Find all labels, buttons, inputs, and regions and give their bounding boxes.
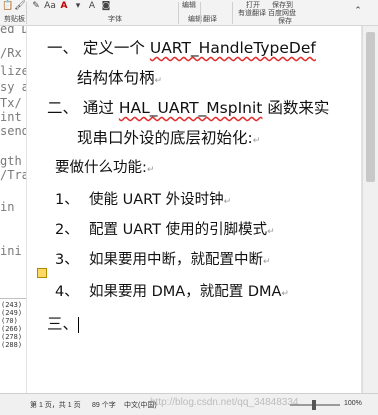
paragraph-mark-icon: ↵ — [263, 257, 271, 267]
ide-line: (278) — [1, 333, 23, 341]
code-line: /Tra — [0, 168, 29, 182]
ribbon-divider — [232, 2, 233, 24]
word-ribbon: ✎ Aa A ▾ A ◙ 📋 🖌 剪贴板 字体 编辑 编辑 翻译 打开 有道翻译… — [0, 0, 378, 26]
code-line: sy a — [0, 80, 29, 94]
list-item: 2、 配置 UART 使用的引脚模式↵ — [55, 218, 275, 239]
font-color-icon[interactable]: A — [58, 1, 70, 11]
ide-line: (243) — [1, 301, 23, 309]
ide-line: (249) — [1, 309, 23, 317]
collapse-ribbon-icon[interactable]: ⌃ — [352, 6, 364, 16]
heading-2-prefix: 二、 通过 — [47, 99, 119, 117]
code-line: lize — [0, 64, 29, 78]
list-item-text: 使能 UART 外设时钟 — [89, 192, 224, 208]
comment-note-icon[interactable] — [37, 268, 47, 278]
font-size-icon[interactable]: Aa — [44, 1, 56, 11]
heading-1: 一、 定义一个 UART_HandleTypeDef — [47, 36, 316, 58]
code-line: send — [0, 124, 29, 138]
code-line: Tx/ — [0, 96, 22, 110]
watermark-url: http://blog.csdn.net/qq_34848334 — [150, 397, 299, 408]
page-count[interactable]: 第 1 页，共 1 页 — [30, 400, 81, 410]
heading-3-text: 三、 — [47, 315, 79, 333]
heading-1-prefix: 一、 定义一个 — [47, 39, 150, 57]
youdao-label: 有道翻译 — [238, 10, 266, 17]
list-item: 4、 如果要用 DMA，就配置 DMA↵ — [55, 280, 289, 301]
list-item-text: 如果要用中断，就配置中断 — [89, 252, 263, 268]
ribbon-divider — [178, 2, 179, 24]
code-line: ini — [0, 244, 22, 258]
heading-1-line-2: 结构体句柄↵ — [77, 66, 162, 88]
clear-format-icon[interactable]: ✎ — [30, 1, 42, 11]
heading-2-line-2: 现串口外设的底层初始化:↵ — [77, 126, 260, 148]
list-item-number: 4、 — [55, 284, 79, 300]
heading-2-code: HAL_UART_MspInit — [118, 99, 263, 117]
font-toolbar: ✎ Aa A ▾ A ◙ — [30, 1, 112, 11]
paragraph-mark-icon: ↵ — [267, 227, 275, 237]
clipboard-group-label: 剪贴板 — [4, 16, 25, 23]
list-item-text: 如果要用 DMA，就配置 DMA — [89, 284, 282, 300]
paragraph-mark-icon: ↵ — [252, 136, 261, 146]
paragraph-mark-icon: ↵ — [281, 289, 289, 299]
code-line: int — [0, 110, 22, 124]
word-count[interactable]: 89 个字 — [92, 400, 116, 410]
question-line: 要做什么功能:↵ — [55, 156, 154, 177]
heading-2-line-2-text: 现串口外设的底层初始化: — [77, 129, 253, 147]
paragraph-mark-icon: ↵ — [154, 76, 163, 86]
background-ide-panel: (243) (249) (70) (266) (278) (288) — [0, 298, 26, 393]
scrollbar-thumb[interactable] — [366, 32, 375, 182]
code-line: gth — [0, 154, 22, 168]
list-item: 3、 如果要用中断，就配置中断↵ — [55, 248, 271, 269]
highlight-icon[interactable]: ▾ — [72, 1, 84, 11]
translate-group-label: 翻译 — [203, 16, 217, 23]
edit-button[interactable]: 编辑 — [182, 0, 196, 10]
save-group-label: 保存 — [278, 18, 292, 25]
zoom-slider-knob[interactable] — [312, 400, 316, 410]
ide-line: (288) — [1, 341, 23, 349]
ribbon-divider — [200, 2, 201, 24]
format-painter-icon[interactable]: 🖌 — [14, 1, 26, 11]
ide-line: (70) — [1, 317, 18, 325]
list-item-number: 2、 — [55, 222, 79, 238]
ide-line: (266) — [1, 325, 23, 333]
char-border-icon[interactable]: A — [86, 1, 98, 11]
code-line: /Rx — [0, 46, 22, 60]
text-cursor — [78, 316, 80, 333]
heading-2-suffix: 函数来实 — [262, 99, 330, 117]
code-line: in — [0, 200, 15, 214]
char-shading-icon[interactable]: ◙ — [100, 1, 112, 11]
ribbon-divider — [26, 2, 27, 24]
paragraph-mark-icon: ↵ — [146, 165, 155, 175]
question-text: 要做什么功能: — [55, 160, 147, 176]
document-page[interactable]: 一、 定义一个 UART_HandleTypeDef 结构体句柄↵ 二、 通过 … — [26, 26, 362, 393]
list-item-text: 配置 UART 使用的引脚模式 — [89, 222, 268, 238]
list-item-number: 3、 — [55, 252, 79, 268]
list-item-number: 1、 — [55, 192, 79, 208]
heading-1-code: UART_HandleTypeDef — [149, 39, 316, 57]
paragraph-mark-icon: ↵ — [223, 197, 232, 207]
heading-1-line-2-text: 结构体句柄 — [77, 69, 155, 87]
heading-2: 二、 通过 HAL_UART_MspInit 函数来实 — [47, 96, 329, 118]
list-item: 1、 使能 UART 外设时钟↵ — [55, 188, 231, 209]
zoom-level[interactable]: 100% — [344, 400, 362, 407]
heading-3: 三、 — [47, 312, 80, 334]
paste-icon[interactable]: 📋 — [2, 1, 14, 11]
font-group-label: 字体 — [108, 16, 122, 23]
status-bar: 第 1 页，共 1 页 89 个字 中文(中国) http://blog.csd… — [0, 393, 378, 415]
vertical-scrollbar[interactable] — [362, 26, 378, 393]
